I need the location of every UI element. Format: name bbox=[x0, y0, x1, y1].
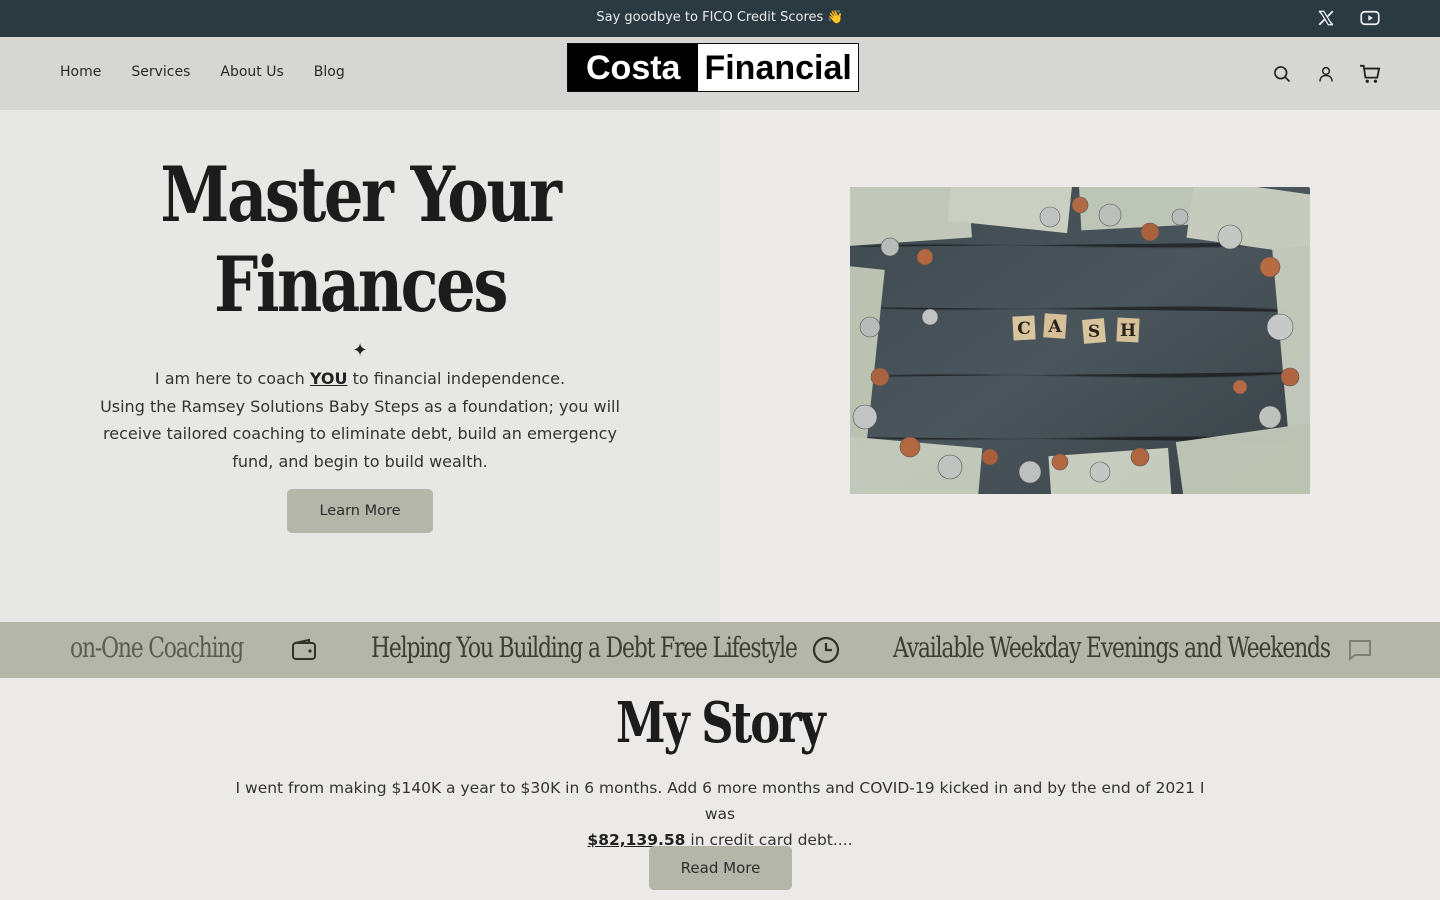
wallet-icon bbox=[290, 636, 318, 664]
svg-text:S: S bbox=[1088, 322, 1100, 342]
hero-title: Master Your Finances bbox=[160, 150, 562, 329]
nav-blog[interactable]: Blog bbox=[314, 64, 345, 80]
emphasis-you: YOU bbox=[309, 369, 348, 388]
hero-image-panel: C A S H bbox=[720, 110, 1440, 623]
youtube-icon[interactable] bbox=[1359, 8, 1381, 28]
hero-section: Master Your Finances ✦ I am here to coac… bbox=[0, 110, 720, 623]
site-header: Home Services About Us Blog Costa Financ… bbox=[0, 37, 1440, 110]
story-text: I went from making $140K a year to $30K … bbox=[235, 779, 1205, 849]
hero-description: I am here to coach YOU to financial inde… bbox=[100, 369, 620, 471]
svg-text:H: H bbox=[1120, 321, 1136, 341]
main-nav: Home Services About Us Blog bbox=[60, 64, 375, 80]
marquee-item: on-One Coaching bbox=[70, 631, 244, 664]
features-marquee: on-One Coaching Helping You Building a D… bbox=[0, 622, 1440, 678]
svg-text:C: C bbox=[1017, 319, 1031, 339]
user-icon[interactable] bbox=[1315, 63, 1337, 85]
story-title: My Story bbox=[616, 690, 826, 756]
announcement-message: Say goodbye to FICO Credit Scores 👋 bbox=[596, 10, 844, 25]
nav-about-us[interactable]: About Us bbox=[220, 64, 283, 80]
logo-part-2: Financial bbox=[698, 44, 858, 91]
sparkle-icon: ✦ bbox=[352, 340, 368, 361]
search-icon[interactable] bbox=[1271, 63, 1293, 85]
learn-more-button[interactable]: Learn More bbox=[287, 489, 433, 533]
chat-icon bbox=[1346, 636, 1374, 664]
nav-home[interactable]: Home bbox=[60, 64, 101, 80]
cash-image: C A S H bbox=[850, 187, 1310, 494]
site-logo[interactable]: Costa Financial bbox=[567, 43, 859, 92]
svg-text:A: A bbox=[1047, 317, 1062, 337]
clock-icon bbox=[812, 636, 840, 664]
x-icon[interactable] bbox=[1315, 8, 1337, 28]
marquee-item: Helping You Building a Debt Free Lifesty… bbox=[371, 631, 798, 664]
nav-services[interactable]: Services bbox=[131, 64, 190, 80]
cart-icon[interactable] bbox=[1359, 63, 1381, 85]
logo-part-1: Costa bbox=[568, 44, 699, 91]
announcement-bar: Say goodbye to FICO Credit Scores 👋 bbox=[0, 0, 1440, 37]
read-more-button[interactable]: Read More bbox=[649, 846, 792, 890]
marquee-item: Available Weekday Evenings and Weekends bbox=[893, 631, 1331, 664]
